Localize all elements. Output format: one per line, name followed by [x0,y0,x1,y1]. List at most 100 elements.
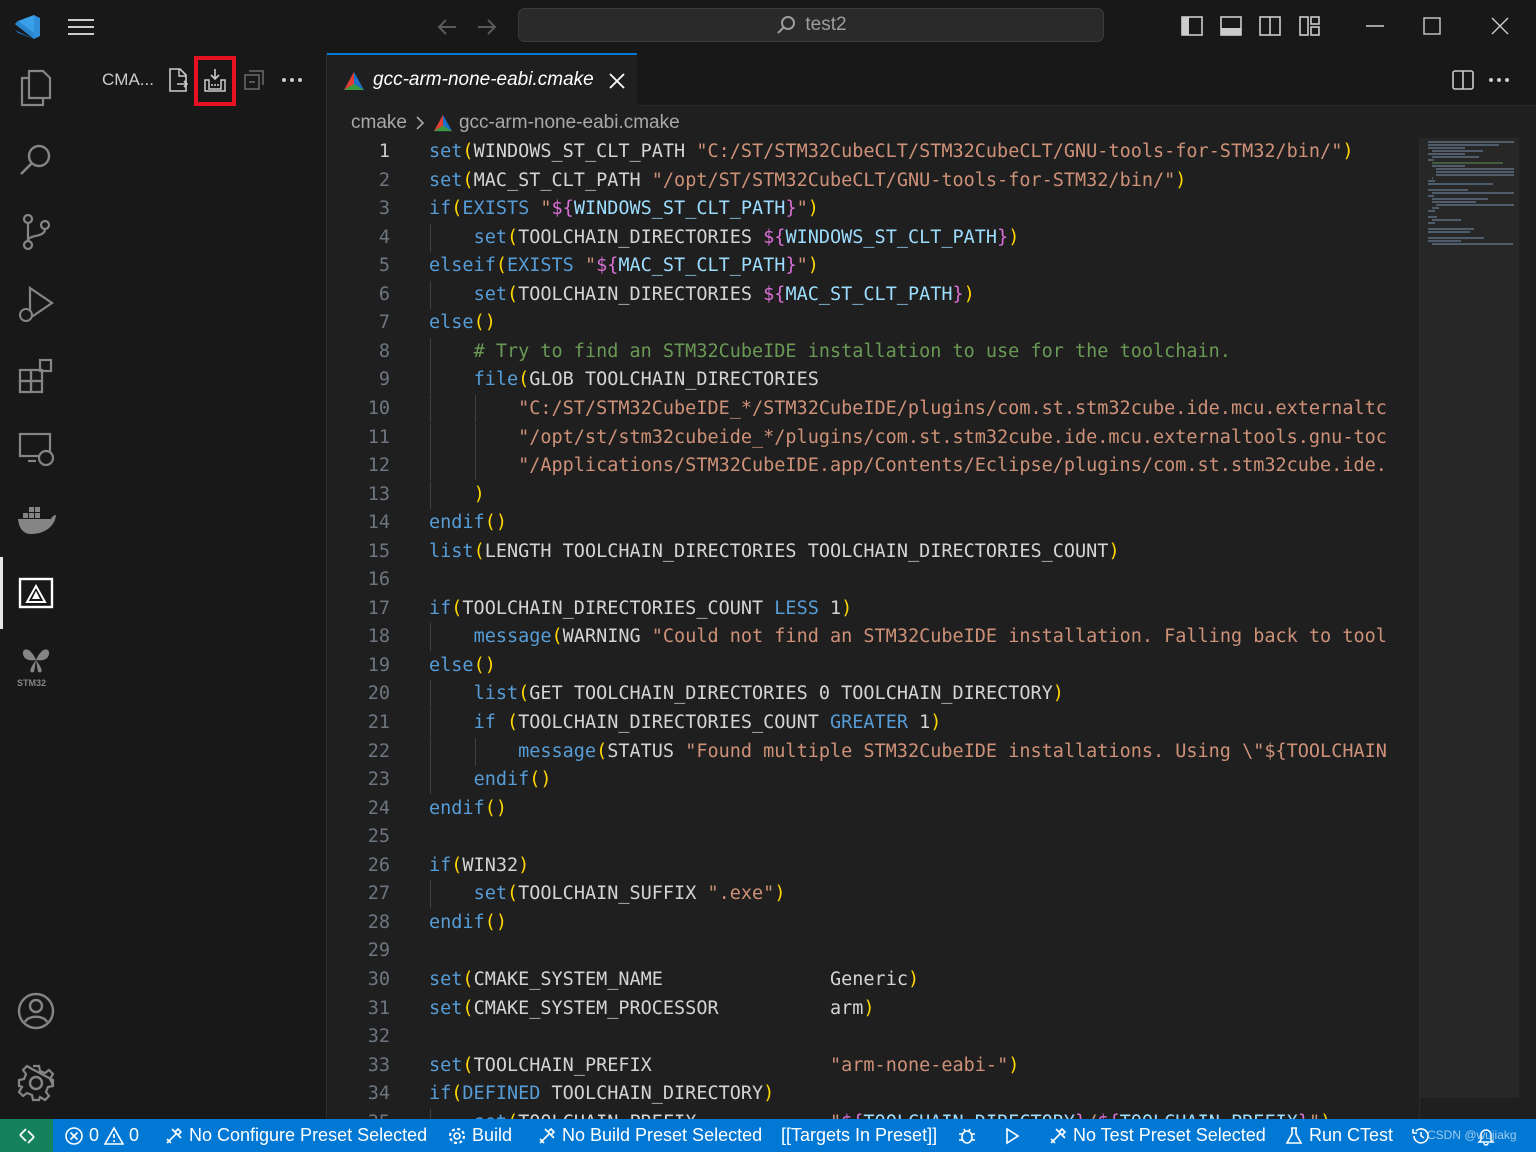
editor-tab[interactable]: gcc-arm-none-eabi.cmake [327,53,637,106]
code-line[interactable]: 5 elseif(EXISTS "${MAC_ST_CLT_PATH}") [327,252,1419,280]
code-line[interactable]: 17 if(TOOLCHAIN_DIRECTORIES_COUNT LESS 1) [327,595,1419,623]
build-button[interactable]: Build [447,1119,512,1152]
build-label: Build [472,1125,513,1145]
build-preset-button[interactable]: No Build Preset Selected [537,1119,762,1152]
code-line[interactable]: 35 set(TOOLCHAIN_PREFIX "${TOOLCHAIN_DIR… [327,1108,1419,1119]
code-line[interactable]: 18 message(WARNING "Could not find an ST… [327,623,1419,652]
code-line[interactable]: 3 if(EXISTS "${WINDOWS_ST_CLT_PATH}") [327,195,1419,223]
minimize-icon[interactable] [1363,14,1387,38]
run-debug-icon[interactable] [14,282,58,326]
code-line[interactable]: 12 "/Applications/STM32CubeIDE.app/Conte… [327,452,1419,481]
code-line[interactable]: 7 else() [327,309,1419,337]
breadcrumb-folder[interactable]: cmake [351,112,407,134]
more-actions-icon[interactable] [279,67,305,93]
code-line[interactable]: 6 set(TOOLCHAIN_DIRECTORIES ${MAC_ST_CLT… [327,280,1419,309]
code-line[interactable]: 8 # Try to find an STM32CubeIDE installa… [327,337,1419,366]
launch-button[interactable] [1002,1119,1022,1152]
collapse-all-icon[interactable] [241,67,267,93]
arrow-right-icon[interactable] [474,14,500,40]
line-number: 17 [367,597,390,619]
code-line[interactable]: 11 "/opt/st/stm32cubeide_*/plugins/com.s… [327,423,1419,452]
code-editor[interactable]: 1 set(WINDOWS_ST_CLT_PATH "C:/ST/STM32Cub… [327,138,1419,1119]
code-line[interactable]: 29 [327,937,1419,965]
minimap-slider[interactable] [1420,138,1520,1098]
stm32-label: STM32 [17,678,47,688]
code-text: set(TOOLCHAIN_SUFFIX ".exe") [473,883,786,905]
test-preset-button[interactable]: No Test Preset Selected [1048,1119,1266,1152]
code-line[interactable]: 32 [327,1023,1419,1051]
code-line[interactable]: 10 "C:/ST/STM32CubeIDE_*/STM32CubeIDE/pl… [327,394,1419,423]
line-number: 21 [367,712,390,733]
line-number: 20 [367,683,390,705]
code-line[interactable]: 1 set(WINDOWS_ST_CLT_PATH "C:/ST/STM32Cub… [327,138,1419,166]
problems-indicator[interactable]: 0 0 [64,1119,139,1152]
line-number: 5 [378,255,390,277]
code-line[interactable]: 14 endif() [327,509,1419,537]
split-editor-icon[interactable] [1451,68,1475,92]
settings-gear-icon[interactable] [14,1061,58,1105]
line-number: 25 [367,826,390,848]
maximize-icon[interactable] [1420,14,1444,38]
code-text: endif() [473,769,552,791]
code-line[interactable]: 23 endif() [327,766,1419,795]
arrow-left-icon[interactable] [434,14,460,40]
code-line[interactable]: 33 set(TOOLCHAIN_PREFIX "arm-none-eabi-") [327,1052,1419,1080]
watermark: CSDN @wujiakg [1427,1128,1517,1142]
hamburger-menu-icon[interactable] [66,14,96,40]
search-icon[interactable] [14,138,58,182]
breadcrumb-file[interactable]: gcc-arm-none-eabi.cmake [459,112,680,134]
line-number: 33 [367,1054,390,1076]
code-line[interactable]: 24 endif() [327,795,1419,823]
code-line[interactable]: 4 set(TOOLCHAIN_DIRECTORIES ${WINDOWS_ST… [327,223,1419,252]
source-control-icon[interactable] [14,210,58,254]
minimap-line [1428,231,1470,233]
code-line[interactable]: 19 else() [327,652,1419,680]
extensions-icon[interactable] [14,354,58,398]
activity-bar: STM32 [0,53,72,1119]
code-line[interactable]: 31 set(CMAKE_SYSTEM_PROCESSOR arm) [327,995,1419,1023]
remote-explorer-icon[interactable] [14,426,58,470]
customize-layout-icon[interactable] [1298,14,1322,38]
cmake-icon[interactable] [14,571,58,615]
code-line[interactable]: 34 if(DEFINED TOOLCHAIN_DIRECTORY) [327,1080,1419,1108]
code-text: list(LENGTH TOOLCHAIN_DIRECTORIES TOOLCH… [429,540,1120,562]
configure-preset-button[interactable]: No Configure Preset Selected [164,1119,427,1152]
toggle-panel-icon[interactable] [1219,14,1243,38]
code-text: # Try to find an STM32CubeIDE installati… [473,340,1231,362]
code-line[interactable]: 2 set(MAC_ST_CLT_PATH "/opt/ST/STM32CubeC… [327,167,1419,195]
debug-button[interactable] [957,1119,977,1152]
toggle-primary-sidebar-icon[interactable] [1180,14,1204,38]
code-line[interactable]: 13 ) [327,480,1419,509]
code-line[interactable]: 16 [327,566,1419,594]
code-text: "/Applications/STM32CubeIDE.app/Contents… [518,455,1387,477]
code-line[interactable]: 15 list(LENGTH TOOLCHAIN_DIRECTORIES TOOL… [327,538,1419,566]
code-text: message(STATUS "Found multiple STM32Cube… [518,740,1387,762]
toggle-secondary-sidebar-icon[interactable] [1258,14,1282,38]
close-window-icon[interactable] [1488,14,1512,38]
vertical-scrollbar[interactable] [1519,138,1536,1119]
code-line[interactable]: 26 if(WIN32) [327,852,1419,880]
vscode-logo-icon[interactable] [12,12,42,42]
code-line[interactable]: 28 endif() [327,909,1419,937]
code-line[interactable]: 27 set(TOOLCHAIN_SUFFIX ".exe") [327,880,1419,909]
code-text: message(WARNING "Could not find an STM32… [473,626,1387,648]
minimap[interactable] [1419,138,1520,1119]
command-center-search[interactable]: test2 [518,8,1104,42]
code-line[interactable]: 22 message(STATUS "Found multiple STM32C… [327,737,1419,766]
stm32-icon[interactable] [14,639,58,683]
code-line[interactable]: 25 [327,823,1419,851]
code-line[interactable]: 30 set(CMAKE_SYSTEM_NAME Generic) [327,966,1419,994]
new-file-icon[interactable] [165,67,191,93]
targets-button[interactable]: [[Targets In Preset]] [781,1119,937,1152]
docker-icon[interactable] [14,498,58,542]
account-icon[interactable] [14,989,58,1033]
run-ctest-button[interactable]: Run CTest [1284,1119,1393,1152]
code-line[interactable]: 9 file(GLOB TOOLCHAIN_DIRECTORIES [327,366,1419,395]
remote-indicator[interactable] [0,1119,53,1152]
explorer-icon[interactable] [14,66,58,110]
code-line[interactable]: 21 if (TOOLCHAIN_DIRECTORIES_COUNT GREAT… [327,709,1419,737]
code-line[interactable]: 20 list(GET TOOLCHAIN_DIRECTORIES 0 TOOL… [327,680,1419,709]
more-actions-icon[interactable] [1487,68,1511,92]
close-tab-icon[interactable] [607,71,627,91]
minimap-line [1432,177,1434,179]
